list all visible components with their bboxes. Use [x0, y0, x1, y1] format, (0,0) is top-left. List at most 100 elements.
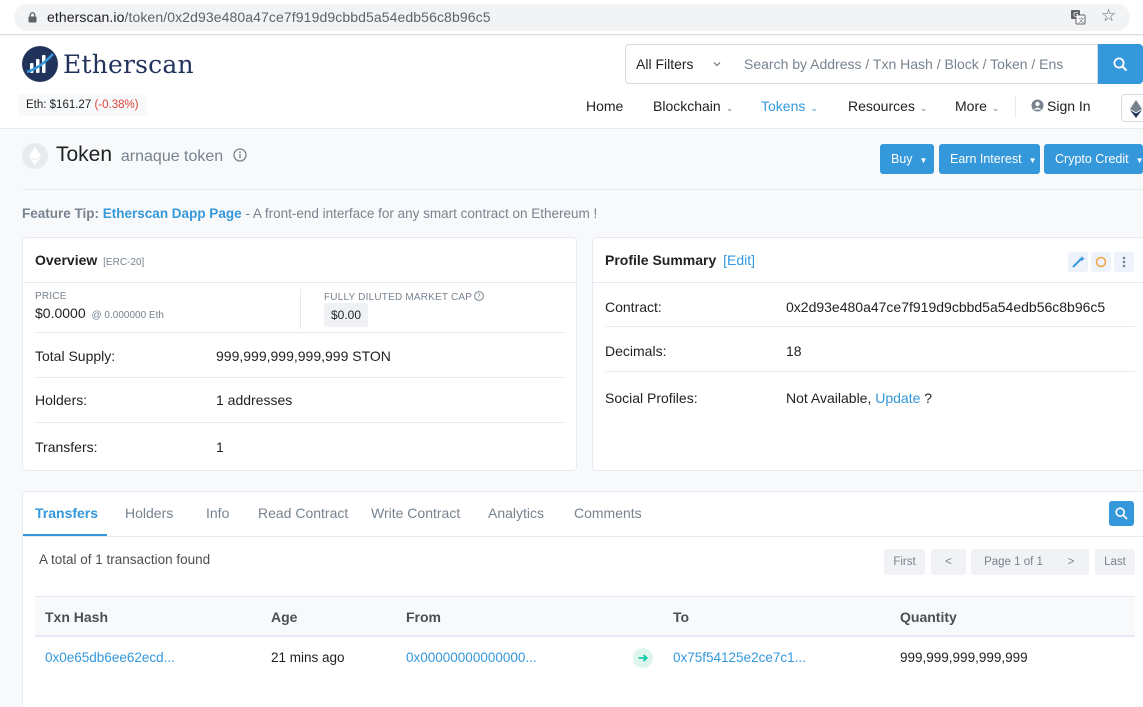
overview-header: Overview [ERC-20] [23, 238, 576, 283]
buy-button[interactable]: Buy ▼ [880, 144, 934, 174]
browser-bar: etherscan.io/token/0x2d93e480a47ce7f919d… [0, 0, 1143, 35]
chevron-down-icon: ⌄ [991, 103, 1000, 113]
crypto-credit-button[interactable]: Crypto Credit ▼ [1044, 144, 1143, 174]
crypto-credit-label: Crypto Credit [1055, 152, 1129, 166]
question-icon[interactable]: ? [474, 291, 485, 301]
from-address-link[interactable]: 0x00000000000000... [406, 650, 537, 665]
page-indicator: Page 1 of 1 [971, 549, 1056, 575]
eth-price-value: Eth: $161.27 [26, 99, 92, 111]
active-tab-indicator [23, 534, 107, 536]
status-button[interactable] [1091, 252, 1111, 272]
transfers-value: 1 [216, 439, 224, 455]
nav-more[interactable]: More ⌄ [955, 98, 999, 114]
token-tabs-panel: Transfers Holders Info Read Contract Wri… [22, 491, 1143, 707]
social-profiles-label: Social Profiles: [605, 390, 698, 406]
nav-sign-in[interactable]: Sign In [1031, 98, 1091, 114]
site-header: Etherscan Eth: $161.27 (-0.38%) All Filt… [0, 36, 1143, 129]
chevron-down-icon: ▼ [1135, 156, 1143, 165]
nav-blockchain[interactable]: Blockchain ⌄ [653, 98, 733, 114]
txn-hash-link[interactable]: 0x0e65db6ee62ecd... [45, 650, 175, 665]
eth-price-ticker: Eth: $161.27 (-0.38%) [18, 94, 147, 116]
update-social-link[interactable]: Update [875, 390, 920, 406]
feature-tip-prefix: Feature Tip: [22, 206, 100, 221]
filter-search-button[interactable] [1109, 501, 1134, 526]
arrow-right-icon [638, 654, 648, 662]
url-path: /token/0x2d93e480a47ce7f919d9cbbd5a54edb… [124, 9, 491, 25]
svg-text:文: 文 [1078, 17, 1084, 25]
nav-blockchain-label: Blockchain [653, 98, 721, 114]
txn-age: 21 mins ago [271, 650, 345, 665]
chevron-down-icon: ▼ [1028, 156, 1037, 165]
total-supply-value: 999,999,999,999,999 STON [216, 348, 391, 364]
prev-page-button[interactable]: < [931, 549, 966, 575]
first-page-button[interactable]: First [884, 549, 925, 575]
market-cap-label-text: FULLY DILUTED MARKET CAP [324, 292, 473, 303]
edit-profile-link[interactable]: [Edit] [723, 252, 755, 268]
page-title: Token arnaque token [56, 143, 247, 167]
network-switch-button[interactable] [1121, 94, 1143, 122]
token-label: Token [56, 143, 113, 166]
search-icon [1113, 57, 1128, 72]
more-options-button[interactable] [1114, 252, 1134, 272]
url-text: etherscan.io/token/0x2d93e480a47ce7f919d… [47, 9, 491, 25]
bookmark-star-icon[interactable]: ☆ [1101, 7, 1116, 24]
address-bar[interactable]: etherscan.io/token/0x2d93e480a47ce7f919d… [14, 4, 1130, 31]
buy-button-label: Buy [891, 152, 913, 166]
etherscan-logo-icon[interactable] [22, 46, 58, 82]
tab-read-contract[interactable]: Read Contract [258, 505, 348, 521]
price-label: PRICE [35, 291, 67, 302]
col-txn-hash: Txn Hash [45, 609, 109, 625]
market-cap-value: $0.00 [324, 303, 369, 327]
search-button[interactable] [1098, 44, 1143, 84]
profile-header: Profile Summary [Edit] [593, 238, 1143, 283]
chevron-down-icon: ⌄ [810, 103, 818, 113]
logo-text[interactable]: Etherscan [63, 50, 194, 79]
translate-icon[interactable]: G 文 [1070, 9, 1086, 25]
contract-address-link[interactable]: 0x2d93e480a47ce7f919d9cbbd5a54edb56c8b96… [786, 299, 1105, 315]
tab-bar: Transfers Holders Info Read Contract Wri… [23, 492, 1143, 537]
search-filter-select[interactable]: All Filters [625, 44, 734, 84]
earn-interest-button[interactable]: Earn Interest ▼ [939, 144, 1040, 174]
next-page-button[interactable]: > [1053, 549, 1089, 575]
price-eth: @ 0.000000 Eth [91, 310, 164, 321]
profile-title: Profile Summary [Edit] [605, 252, 755, 268]
magic-wand-button[interactable] [1068, 252, 1088, 272]
chevron-down-icon: ⌄ [725, 103, 734, 113]
token-standard: [ERC-20] [103, 257, 145, 268]
info-icon[interactable] [233, 148, 247, 162]
nav-home[interactable]: Home [586, 98, 623, 114]
dapp-page-link[interactable]: Etherscan Dapp Page [103, 206, 242, 221]
tab-info[interactable]: Info [206, 505, 229, 521]
token-logo-icon [22, 143, 48, 169]
token-name: arnaque token [120, 148, 224, 165]
col-from: From [406, 609, 441, 625]
ethereum-icon [1130, 100, 1142, 118]
col-age: Age [271, 609, 298, 625]
nav-home-label: Home [586, 98, 624, 114]
nav-resources[interactable]: Resources ⌄ [848, 98, 927, 114]
tab-analytics[interactable]: Analytics [488, 505, 544, 521]
overview-title-text: Overview [35, 252, 98, 268]
last-page-button[interactable]: Last [1095, 549, 1135, 575]
nav-more-label: More [955, 98, 987, 114]
divider [300, 289, 301, 329]
to-address-link[interactable]: 0x75f54125e2ce7c1... [673, 650, 806, 665]
lock-icon [28, 12, 37, 23]
search-group: All Filters [625, 44, 1143, 84]
social-help[interactable]: ? [924, 390, 932, 406]
nav-tokens[interactable]: Tokens ⌄ [761, 98, 818, 114]
tab-transfers[interactable]: Transfers [35, 505, 98, 521]
ethereum-icon [29, 147, 41, 165]
filter-value: All Filters [636, 56, 694, 72]
divider [35, 422, 565, 423]
divider [605, 371, 1135, 372]
transaction-count-text: A total of 1 transaction found [39, 552, 211, 567]
search-input[interactable] [733, 44, 1098, 84]
tab-holders[interactable]: Holders [125, 505, 173, 521]
tab-write-contract[interactable]: Write Contract [371, 505, 460, 521]
chevron-down-icon: ⌄ [919, 103, 928, 113]
user-icon [1031, 99, 1044, 112]
overview-title: Overview [ERC-20] [35, 252, 144, 268]
tab-comments[interactable]: Comments [574, 505, 642, 521]
feature-tip-text: - A front-end interface for any smart co… [241, 206, 598, 221]
